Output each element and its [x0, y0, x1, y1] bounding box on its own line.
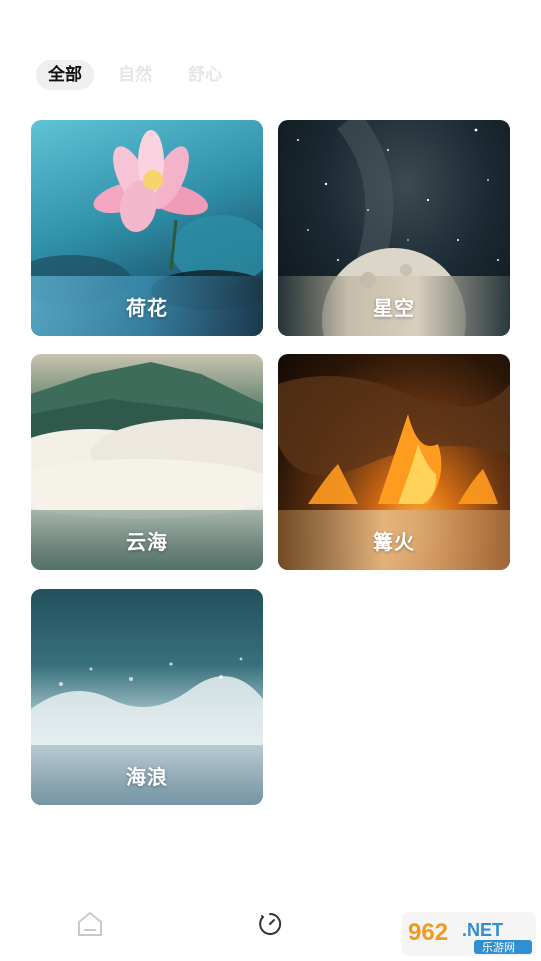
- scene-card-ocean-waves[interactable]: 海浪: [31, 589, 263, 805]
- tab-nature[interactable]: 自然: [106, 60, 164, 90]
- category-tabs: 全部 自然 舒心: [36, 60, 246, 90]
- svg-text:.NET: .NET: [462, 920, 503, 940]
- tab-all[interactable]: 全部: [36, 60, 94, 90]
- card-title: 云海: [31, 510, 263, 570]
- scene-card-campfire[interactable]: 篝火: [278, 354, 510, 570]
- card-title: 荷花: [31, 276, 263, 336]
- svg-text:乐游网: 乐游网: [482, 941, 515, 954]
- card-title: 星空: [278, 276, 510, 336]
- svg-text:962: 962: [408, 919, 448, 946]
- scene-card-cloud-sea[interactable]: 云海: [31, 354, 263, 570]
- card-title: 篝火: [278, 510, 510, 570]
- tab-soothing[interactable]: 舒心: [176, 60, 234, 90]
- sleep-timer-icon[interactable]: [256, 910, 284, 938]
- scene-card-lotus[interactable]: 荷花: [31, 120, 263, 336]
- card-title: 海浪: [31, 745, 263, 805]
- home-icon[interactable]: [76, 910, 104, 938]
- scene-card-starry-sky[interactable]: 星空: [278, 120, 510, 336]
- site-watermark-logo: 962 .NET 乐游网: [402, 912, 536, 956]
